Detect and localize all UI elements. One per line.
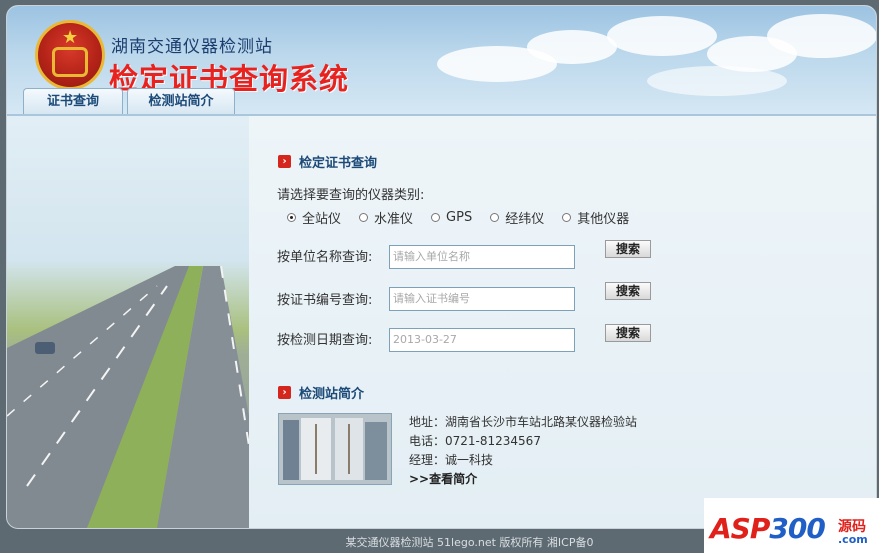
watermark-brand-b: 300 <box>769 512 825 545</box>
star-icon: ★ <box>62 27 79 48</box>
radio-icon[interactable] <box>287 213 296 222</box>
watermark-brand-a: ASP <box>710 512 770 545</box>
content-area: › 检定证书查询 请选择要查询的仪器类别: 全站仪 水准仪 GPS 经纬仪 其他… <box>249 116 876 528</box>
radio-other[interactable]: 其他仪器 <box>562 208 629 227</box>
intro-section-title: 检测站简介 <box>299 387 365 402</box>
search-cert-button[interactable]: 搜索 <box>605 282 651 300</box>
watermark-brand: ASP300 <box>710 512 826 545</box>
radio-label: 其他仪器 <box>577 212 630 227</box>
radio-theodolite[interactable]: 经纬仪 <box>490 208 544 227</box>
cloud-decoration <box>767 14 876 58</box>
watermark-logo: ASP300 源码 .com <box>704 498 879 553</box>
view-intro-link[interactable]: >>查看简介 <box>409 470 477 487</box>
station-photo <box>278 413 392 485</box>
cloud-decoration <box>647 66 787 96</box>
radio-label: 全站仪 <box>302 212 342 227</box>
section-arrow-icon: › <box>278 386 291 399</box>
search-date-button[interactable]: 搜索 <box>605 324 651 342</box>
station-photo-graphic <box>279 414 391 484</box>
watermark-domain: .com <box>838 533 868 546</box>
station-manager: 经理：诚一科技 <box>409 453 494 467</box>
radio-total-station[interactable]: 全站仪 <box>287 208 341 227</box>
radio-label: 水准仪 <box>374 212 414 227</box>
cloud-decoration <box>527 30 617 64</box>
station-address: 地址：湖南省长沙市车站北路某仪器检验站 <box>409 415 638 429</box>
radio-label: 经纬仪 <box>505 212 545 227</box>
main-frame: ★ 湖南交通仪器检测站 检定证书查询系统 证书查询 检测站简介 › 检定证书查询… <box>6 5 877 529</box>
tab-certificate-search[interactable]: 证书查询 <box>23 88 123 115</box>
station-phone: 电话：0721-81234567 <box>409 434 541 448</box>
cert-number-input[interactable]: 请输入证书编号 <box>389 287 575 311</box>
emblem-icon: ★ <box>35 20 105 90</box>
radio-icon[interactable] <box>431 213 441 222</box>
category-radio-group: 全站仪 水准仪 GPS 经纬仪 其他仪器 <box>287 208 647 227</box>
test-date-label: 按检测日期查询: <box>277 333 373 348</box>
radio-icon[interactable] <box>490 213 500 222</box>
intro-section-heading: › 检测站简介 <box>278 383 364 402</box>
highway-graphic <box>7 265 249 528</box>
car-icon <box>35 342 55 354</box>
radio-icon[interactable] <box>359 213 369 222</box>
search-section-heading: › 检定证书查询 <box>278 152 377 171</box>
gear-icon <box>52 47 88 77</box>
highway-illustration <box>7 116 249 528</box>
category-prompt: 请选择要查询的仪器类别: <box>277 188 425 203</box>
header: ★ 湖南交通仪器检测站 检定证书查询系统 证书查询 检测站简介 <box>7 6 876 116</box>
radio-gps[interactable]: GPS <box>431 208 472 227</box>
radio-level[interactable]: 水准仪 <box>359 208 413 227</box>
search-unit-button[interactable]: 搜索 <box>605 240 651 258</box>
cloud-decoration <box>607 16 717 56</box>
tab-station-intro[interactable]: 检测站简介 <box>127 88 235 115</box>
section-arrow-icon: › <box>278 155 291 168</box>
search-section-title: 检定证书查询 <box>299 156 378 171</box>
unit-name-label: 按单位名称查询: <box>277 250 373 265</box>
test-date-input[interactable]: 2013-03-27 <box>389 328 575 352</box>
radio-label: GPS <box>446 210 473 225</box>
unit-name-input[interactable]: 请输入单位名称 <box>389 245 575 269</box>
radio-icon[interactable] <box>562 213 572 222</box>
cert-number-label: 按证书编号查询: <box>277 293 373 308</box>
station-name: 湖南交通仪器检测站 <box>111 37 273 57</box>
